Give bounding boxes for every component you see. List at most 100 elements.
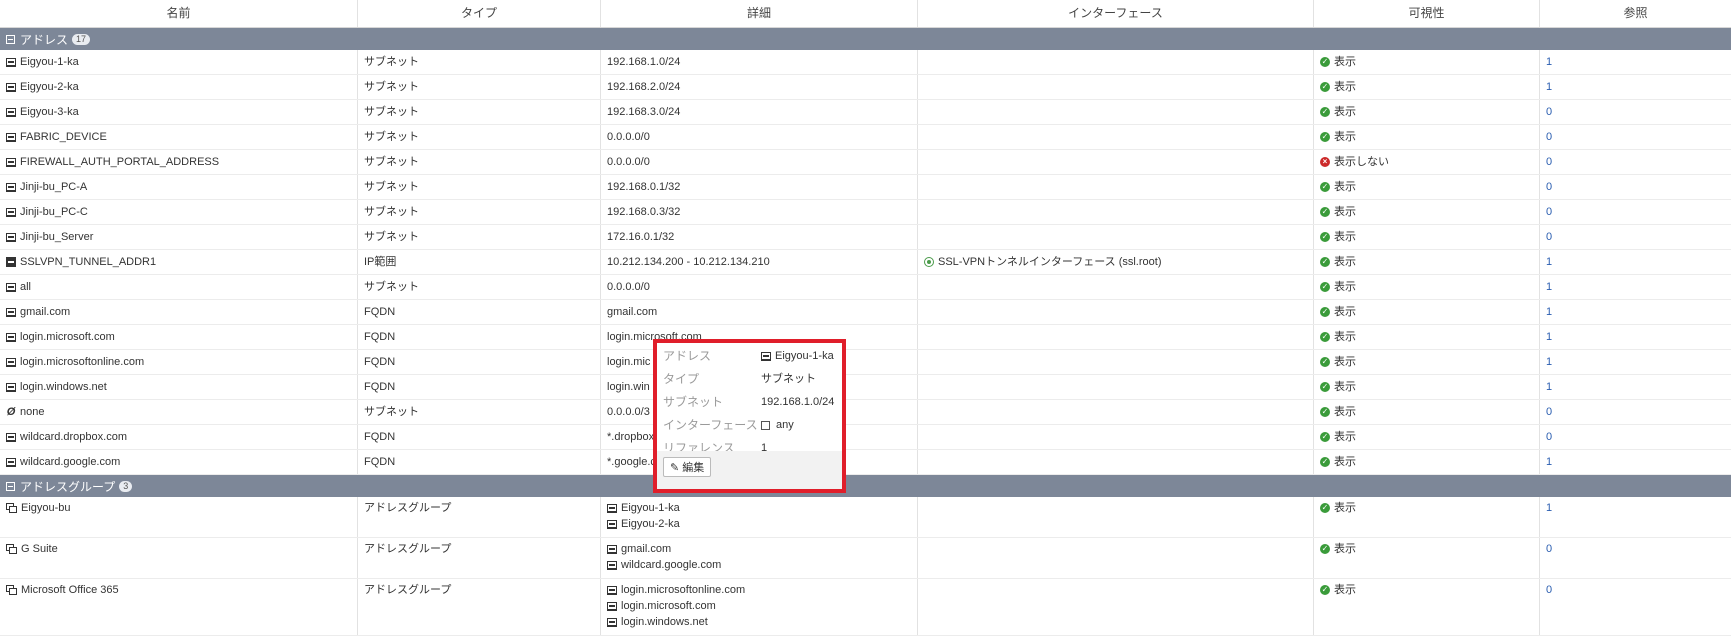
reference-count-link[interactable]: 0 bbox=[1546, 156, 1552, 168]
check-circle-icon: ✓ bbox=[1320, 207, 1330, 218]
visibility-text: 表示 bbox=[1334, 431, 1356, 443]
table-row[interactable]: login.microsoft.com FQDN login.microsoft.c… bbox=[0, 325, 1731, 350]
cell-refs: 1 bbox=[1540, 350, 1731, 374]
cell-interface bbox=[918, 100, 1314, 124]
cell-interface bbox=[918, 425, 1314, 449]
address-icon bbox=[6, 207, 16, 217]
table-row[interactable]: Jinji-bu_PC-A サブネット 192.168.0.1/32 ✓ 表示 0 bbox=[0, 175, 1731, 200]
table-row[interactable]: Eigyou-bu アドレスグループ Eigyou-1-ka Eigyou-2-ka ✓… bbox=[0, 497, 1731, 538]
reference-count-link[interactable]: 1 bbox=[1546, 331, 1552, 343]
check-circle-icon: ✓ bbox=[1320, 107, 1330, 118]
collapse-toggle-icon[interactable] bbox=[6, 34, 15, 44]
address-icon bbox=[607, 544, 617, 554]
cell-name: FIREWALL_AUTH_PORTAL_ADDRESS bbox=[0, 150, 358, 174]
edit-button[interactable]: ✎ 編集 bbox=[663, 457, 712, 477]
cell-detail: 192.168.0.3/32 bbox=[601, 200, 918, 224]
address-icon bbox=[6, 357, 16, 367]
reference-count-link[interactable]: 1 bbox=[1546, 456, 1552, 468]
reference-count-link[interactable]: 0 bbox=[1546, 543, 1552, 555]
cell-visibility: ✓ 表示 bbox=[1314, 200, 1540, 224]
table-row[interactable]: G Suite アドレスグループ gmail.com wildcard.google.… bbox=[0, 538, 1731, 579]
table-row[interactable]: wildcard.dropbox.com FQDN *.dropbox ✓ 表示 0 bbox=[0, 425, 1731, 450]
table-row[interactable]: login.microsoftonline.com FQDN login.mic ✓ 表… bbox=[0, 350, 1731, 375]
column-header-interface[interactable]: インターフェース bbox=[918, 0, 1314, 27]
column-header-name[interactable]: 名前 bbox=[0, 0, 358, 27]
visibility-text: 表示 bbox=[1334, 106, 1356, 118]
cell-name: Jinji-bu_PC-A bbox=[0, 175, 358, 199]
reference-count-link[interactable]: 0 bbox=[1546, 206, 1552, 218]
column-header-visibility[interactable]: 可視性 bbox=[1314, 0, 1540, 27]
reference-count-link[interactable]: 1 bbox=[1546, 306, 1552, 318]
table-row[interactable]: Jinji-bu_Server サブネット 172.16.0.1/32 ✓ 表示 0 bbox=[0, 225, 1731, 250]
table-row[interactable]: FIREWALL_AUTH_PORTAL_ADDRESS サブネット 0.0.0.0… bbox=[0, 150, 1731, 175]
table-row[interactable]: Eigyou-2-ka サブネット 192.168.2.0/24 ✓ 表示 1 bbox=[0, 75, 1731, 100]
reference-count-link[interactable]: 0 bbox=[1546, 431, 1552, 443]
table-row[interactable]: Ønone サブネット 0.0.0.0/3 ✓ 表示 0 bbox=[0, 400, 1731, 425]
reference-count-link[interactable]: 1 bbox=[1546, 381, 1552, 393]
cell-name: Microsoft Office 365 bbox=[0, 579, 358, 635]
reference-count-link[interactable]: 1 bbox=[1546, 502, 1552, 514]
table-row[interactable]: login.windows.net FQDN login.win ✓ 表示 1 bbox=[0, 375, 1731, 400]
address-icon bbox=[6, 282, 16, 292]
popup-type-label: タイプ bbox=[663, 372, 700, 386]
column-header-refs[interactable]: 参照 bbox=[1540, 0, 1731, 27]
reference-count-link[interactable]: 1 bbox=[1546, 281, 1552, 293]
group-header[interactable]: アドレス 17 bbox=[0, 28, 1731, 50]
reference-count-link[interactable]: 0 bbox=[1546, 231, 1552, 243]
reference-count-link[interactable]: 0 bbox=[1546, 584, 1552, 596]
visibility-text: 表示 bbox=[1334, 306, 1356, 318]
cell-detail: 172.16.0.1/32 bbox=[601, 225, 918, 249]
cell-visibility: ✓ 表示 bbox=[1314, 425, 1540, 449]
table-row[interactable]: gmail.com FQDN gmail.com ✓ 表示 1 bbox=[0, 300, 1731, 325]
reference-count-link[interactable]: 0 bbox=[1546, 406, 1552, 418]
row-name: login.microsoftonline.com bbox=[20, 356, 145, 368]
cell-type: FQDN bbox=[358, 425, 601, 449]
cell-refs: 1 bbox=[1540, 75, 1731, 99]
table-row[interactable]: wildcard.google.com FQDN *.google.c ✓ 表示 1 bbox=[0, 450, 1731, 475]
cell-visibility: ✓ 表示 bbox=[1314, 100, 1540, 124]
cell-detail: 192.168.0.1/32 bbox=[601, 175, 918, 199]
check-circle-icon: ✓ bbox=[1320, 332, 1330, 343]
address-icon bbox=[6, 107, 16, 117]
table-row[interactable]: Microsoft Office 365 アドレスグループ login.micros… bbox=[0, 579, 1731, 636]
reference-count-link[interactable]: 0 bbox=[1546, 106, 1552, 118]
reference-count-link[interactable]: 1 bbox=[1546, 56, 1552, 68]
cell-type: サブネット bbox=[358, 150, 601, 174]
cell-visibility: ✓ 表示 bbox=[1314, 275, 1540, 299]
collapse-toggle-icon[interactable] bbox=[6, 481, 15, 491]
column-header-detail[interactable]: 詳細 bbox=[601, 0, 918, 27]
cell-name: wildcard.dropbox.com bbox=[0, 425, 358, 449]
address-icon bbox=[761, 351, 771, 361]
reference-count-link[interactable]: 0 bbox=[1546, 131, 1552, 143]
table-row[interactable]: Eigyou-1-ka サブネット 192.168.1.0/24 ✓ 表示 1 bbox=[0, 50, 1731, 75]
reference-count-link[interactable]: 1 bbox=[1546, 356, 1552, 368]
table-row[interactable]: Jinji-bu_PC-C サブネット 192.168.0.3/32 ✓ 表示 0 bbox=[0, 200, 1731, 225]
group-header[interactable]: アドレスグループ 3 bbox=[0, 475, 1731, 497]
address-group-icon bbox=[6, 544, 17, 555]
reference-count-link[interactable]: 1 bbox=[1546, 81, 1552, 93]
table-row[interactable]: all サブネット 0.0.0.0/0 ✓ 表示 1 bbox=[0, 275, 1731, 300]
check-circle-icon: ✓ bbox=[1320, 282, 1330, 293]
table-row[interactable]: SSLVPN_TUNNEL_ADDR1 IP範囲 10.212.134.200 - … bbox=[0, 250, 1731, 275]
cell-visibility: ✓ 表示 bbox=[1314, 350, 1540, 374]
reference-count-link[interactable]: 0 bbox=[1546, 181, 1552, 193]
cell-interface bbox=[918, 175, 1314, 199]
column-header-type[interactable]: タイプ bbox=[358, 0, 601, 27]
cell-name: login.microsoft.com bbox=[0, 325, 358, 349]
cell-interface bbox=[918, 275, 1314, 299]
visibility-text: 表示 bbox=[1334, 331, 1356, 343]
row-name: Microsoft Office 365 bbox=[21, 584, 119, 596]
row-name: wildcard.google.com bbox=[20, 456, 121, 468]
cell-interface: SSL-VPNトンネルインターフェース (ssl.root) bbox=[918, 250, 1314, 274]
table-row[interactable]: Eigyou-3-ka サブネット 192.168.3.0/24 ✓ 表示 0 bbox=[0, 100, 1731, 125]
member-name: wildcard.google.com bbox=[621, 559, 722, 571]
cell-detail: 10.212.134.200 - 10.212.134.210 bbox=[601, 250, 918, 274]
row-name: gmail.com bbox=[20, 306, 71, 318]
reference-count-link[interactable]: 1 bbox=[1546, 256, 1552, 268]
visibility-text: 表示しない bbox=[1334, 156, 1389, 168]
address-icon bbox=[6, 307, 16, 317]
cell-detail: 0.0.0.0/0 bbox=[601, 275, 918, 299]
table-row[interactable]: FABRIC_DEVICE サブネット 0.0.0.0/0 ✓ 表示 0 bbox=[0, 125, 1731, 150]
group-count-badge: 3 bbox=[119, 480, 133, 492]
group-member: Eigyou-2-ka bbox=[607, 516, 911, 532]
